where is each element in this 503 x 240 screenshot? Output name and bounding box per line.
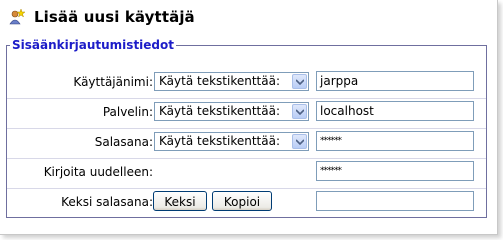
- chevron-down-icon[interactable]: [292, 74, 307, 89]
- page-header: Lisää uusi käyttäjä: [8, 7, 195, 27]
- password-select-value: Käytä tekstikenttää:: [159, 134, 280, 148]
- username-input[interactable]: jarppa: [316, 71, 474, 91]
- host-select-value: Käytä tekstikenttää:: [159, 104, 280, 118]
- retype-password-label: Kirjoita uudelleen:: [43, 165, 153, 179]
- password-label: Salasana:: [94, 135, 153, 149]
- generate-password-label: Keksi salasana:: [61, 195, 153, 209]
- retype-password-row: Kirjoita uudelleen: ******: [7, 158, 486, 185]
- retype-password-input-value: ******: [320, 166, 342, 176]
- username-source-select[interactable]: Käytä tekstikenttää:: [154, 72, 309, 91]
- password-row: Salasana: Käytä tekstikenttää: ******: [7, 128, 486, 155]
- chevron-down-icon[interactable]: [292, 134, 307, 149]
- generate-password-button[interactable]: Keksi: [153, 191, 207, 211]
- generated-password-input[interactable]: [316, 191, 474, 211]
- host-row: Palvelin: Käytä tekstikenttää: localhost: [7, 98, 486, 125]
- password-source-select[interactable]: Käytä tekstikenttää:: [154, 132, 309, 151]
- host-source-select[interactable]: Käytä tekstikenttää:: [154, 102, 309, 121]
- page-title: Lisää uusi käyttäjä: [34, 8, 195, 26]
- fieldset-legend: Sisäänkirjautumistiedot: [12, 38, 174, 52]
- username-input-value: jarppa: [320, 74, 359, 88]
- chevron-down-icon[interactable]: [292, 104, 307, 119]
- username-select-value: Käytä tekstikenttää:: [159, 74, 280, 88]
- retype-password-input[interactable]: ******: [316, 161, 474, 181]
- username-row: Käyttäjänimi: Käytä tekstikenttää: jarpp…: [7, 69, 486, 95]
- host-input[interactable]: localhost: [316, 101, 474, 121]
- password-input[interactable]: ******: [316, 131, 474, 151]
- host-input-value: localhost: [320, 104, 374, 118]
- password-input-value: ******: [320, 136, 342, 146]
- copy-password-button[interactable]: Kopioi: [212, 191, 272, 211]
- login-info-fieldset: Sisäänkirjautumistiedot Käyttäjänimi: Kä…: [6, 38, 487, 218]
- generate-password-row: Keksi salasana: Keksi Kopioi: [7, 188, 486, 215]
- add-user-icon: [8, 8, 26, 26]
- host-label: Palvelin:: [102, 105, 153, 119]
- username-label: Käyttäjänimi:: [73, 75, 153, 89]
